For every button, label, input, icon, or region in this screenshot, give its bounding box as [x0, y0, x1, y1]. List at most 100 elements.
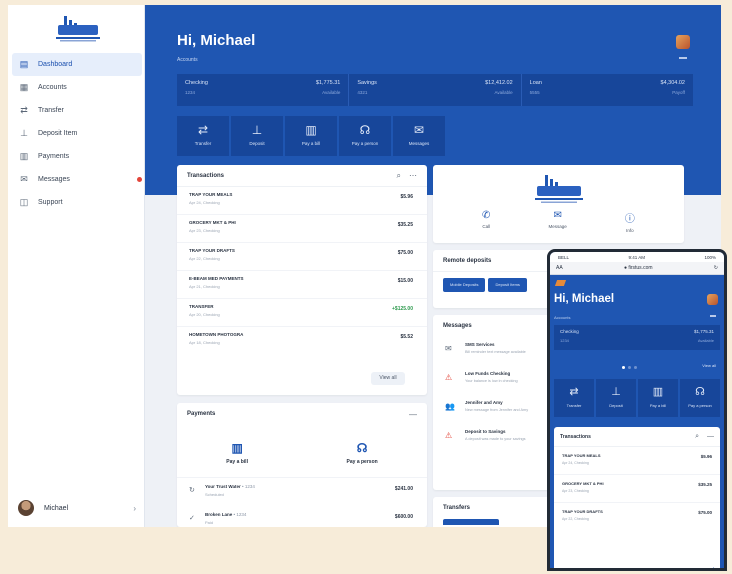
payment-amount: $241.00: [394, 486, 413, 492]
account-tile-checking[interactable]: Checking 1234 $1,775.31 Available: [177, 74, 350, 106]
sidebar-item-deposit[interactable]: ⊥ Deposit Item: [12, 122, 142, 145]
transaction-row[interactable]: TRAP YOUR DRAFTS Apr 22, Checking $75.00: [177, 243, 427, 271]
transaction-name: E-BEAM MED PAYMENTS: [189, 276, 244, 281]
accounts-label: Accounts: [177, 57, 198, 63]
transaction-row[interactable]: E-BEAM MED PAYMENTS Apr 21, Checking $15.0…: [177, 271, 427, 299]
transfer-button[interactable]: [443, 519, 499, 525]
more-icon[interactable]: ⋯: [409, 171, 417, 181]
sidebar-item-label: Payments: [38, 153, 70, 160]
quick-actions: ⇄ Transfer ⊥ Deposit ▥ Pay a bill ☊ Pay a pe…: [177, 116, 445, 156]
view-all-button[interactable]: View all: [371, 372, 405, 385]
transaction-amount: $35.25: [698, 482, 712, 487]
browser-url-bar[interactable]: AA ● firstus.com ↻: [550, 262, 724, 275]
mobile-deposits-button[interactable]: Mobile Deposits: [443, 278, 486, 292]
transaction-meta: Apr 21, Checking: [189, 284, 220, 289]
message-icon: ✉: [553, 210, 562, 221]
messages-icon: ✉: [20, 174, 28, 184]
transaction-row[interactable]: GROCERY MKT & PHI Apr 23, Checking $35.25: [554, 475, 720, 503]
message-button[interactable]: ✉ Message: [549, 210, 567, 233]
transaction-name: GROCERY MKT & PHI: [189, 220, 236, 225]
account-number: 1234: [560, 338, 569, 343]
account-name: Checking: [560, 329, 579, 334]
account-tile-savings[interactable]: Savings 4321 $12,412.02 Available: [349, 74, 522, 106]
account-tile-checking[interactable]: Checking 1234 $1,775.31 Available: [554, 325, 720, 350]
transaction-row[interactable]: TRANSFER Apr 20, Checking +$125.00: [177, 299, 427, 327]
carousel-dots[interactable]: [622, 366, 637, 369]
account-tile-loan[interactable]: Loan 5555 $4,304.02 Payoff: [522, 74, 693, 106]
action-label: Pay a person: [346, 459, 378, 465]
transfer-button[interactable]: ⇄ Transfer: [554, 379, 594, 417]
deposit-icon: ⊥: [611, 386, 621, 398]
view-all-link[interactable]: View all: [702, 363, 716, 368]
sidebar-item-payments[interactable]: ▥ Payments: [12, 145, 142, 168]
payment-amount: $600.00: [394, 514, 413, 520]
account-balance: $12,412.02: [485, 80, 513, 86]
card-header: Payments —: [177, 403, 427, 425]
sidebar-item-accounts[interactable]: ▦ Accounts: [12, 76, 142, 99]
person-icon: ☊: [356, 441, 368, 455]
sidebar-item-transfer[interactable]: ⇄ Transfer: [12, 99, 142, 122]
bank-logo: [56, 16, 100, 42]
call-button[interactable]: ✆ Call: [482, 210, 490, 233]
profile-avatar[interactable]: [707, 294, 718, 305]
card-title: Transactions: [560, 433, 591, 440]
pay-bill-button[interactable]: ▥ Pay a bill: [638, 379, 678, 417]
pay-bill-button[interactable]: ▥ Pay a bill: [226, 441, 248, 465]
payment-row[interactable]: ↻ Your Trust Water • 1234 Scheduled $241…: [177, 478, 427, 506]
transaction-row[interactable]: TRAP YOUR MEALS Apr 24, Checking $5.96: [554, 447, 720, 475]
sidebar-item-messages[interactable]: ✉ Messages: [12, 168, 142, 191]
quick-action-label: Deposit: [249, 141, 265, 146]
deposit-items-button[interactable]: Deposit Items: [488, 278, 527, 292]
sidebar-item-support[interactable]: ◫ Support: [12, 191, 142, 214]
user-menu[interactable]: Michael ›: [18, 497, 140, 519]
account-name: Savings: [357, 80, 377, 86]
contact-actions: ✆ Call ✉ Message ⓘ Info: [433, 210, 684, 233]
text-size-button[interactable]: AA: [556, 265, 563, 271]
account-balance: $1,775.31: [315, 80, 341, 86]
sidebar-item-dashboard[interactable]: ▤ Dashboard: [12, 53, 142, 76]
search-icon[interactable]: ⌕: [397, 171, 401, 181]
profile-avatar[interactable]: [676, 35, 690, 49]
balance-label: Available: [494, 90, 513, 95]
search-icon[interactable]: ⌕: [695, 433, 699, 441]
transaction-row[interactable]: HOMETOWN PHOTOGRA Apr 18, Checking $5.52: [177, 327, 427, 355]
transaction-name: TRAP YOUR DRAFTS: [189, 248, 235, 253]
transaction-row[interactable]: TRAP YOUR MEALS Apr 24, Checking $5.96: [177, 187, 427, 215]
bank-logo: [554, 280, 567, 286]
card-title: Transfers: [443, 505, 471, 511]
messages-button[interactable]: ✉ Messages: [393, 116, 445, 156]
action-label: Info: [626, 228, 634, 233]
transaction-row[interactable]: GROCERY MKT & PHI Apr 23, Checking $35.25: [177, 215, 427, 243]
payments-card: Payments — ▥ Pay a bill ☊ Pay a person ↻ Y…: [177, 403, 427, 527]
balance-label: Payoff: [672, 90, 685, 95]
bill-icon: ▥: [231, 441, 243, 455]
collapse-icon[interactable]: [679, 57, 687, 59]
pay-bill-button[interactable]: ▥ Pay a bill: [285, 116, 337, 156]
payment-row[interactable]: ✓ Broken Lane • 1234 Paid $600.00: [177, 506, 427, 527]
account-name: Checking: [185, 80, 208, 86]
transfer-button[interactable]: ⇄ Transfer: [177, 116, 229, 156]
sidebar-nav: ▤ Dashboard ▦ Accounts ⇄ Transfer ⊥ Deposit …: [12, 53, 142, 214]
balance-label: Available: [322, 90, 341, 95]
deposit-button[interactable]: ⊥ Deposit: [231, 116, 283, 156]
pay-person-button[interactable]: ☊ Pay a person: [339, 116, 391, 156]
add-icon[interactable]: +: [711, 565, 716, 568]
info-button[interactable]: ⓘ Info: [625, 210, 635, 233]
pay-person-button[interactable]: ☊ Pay a person: [680, 379, 720, 417]
sidebar-item-label: Deposit Item: [38, 130, 78, 137]
sidebar-item-label: Dashboard: [38, 61, 73, 68]
deposit-button[interactable]: ⊥ Deposit: [596, 379, 636, 417]
transactions-card: Transactions ⌕ ⋯ TRAP YOUR MEALS Apr 24, C…: [177, 165, 427, 395]
minus-icon[interactable]: —: [409, 410, 417, 419]
transaction-row[interactable]: TRAP YOUR DRAFTS Apr 22, Checking $75.00: [554, 503, 720, 531]
collapse-icon[interactable]: [710, 315, 716, 317]
transaction-name: TRAP YOUR DRAFTS: [562, 509, 603, 514]
url-text: ● firstus.com: [623, 265, 653, 271]
sidebar-item-label: Messages: [38, 176, 70, 183]
action-label: Call: [482, 224, 491, 229]
pay-person-button[interactable]: ☊ Pay a person: [347, 441, 378, 465]
reload-icon[interactable]: ↻: [714, 265, 718, 271]
more-icon[interactable]: —: [707, 433, 714, 441]
payment-actions: ▥ Pay a bill ☊ Pay a person: [177, 425, 427, 478]
person-icon: ☊: [359, 123, 371, 137]
